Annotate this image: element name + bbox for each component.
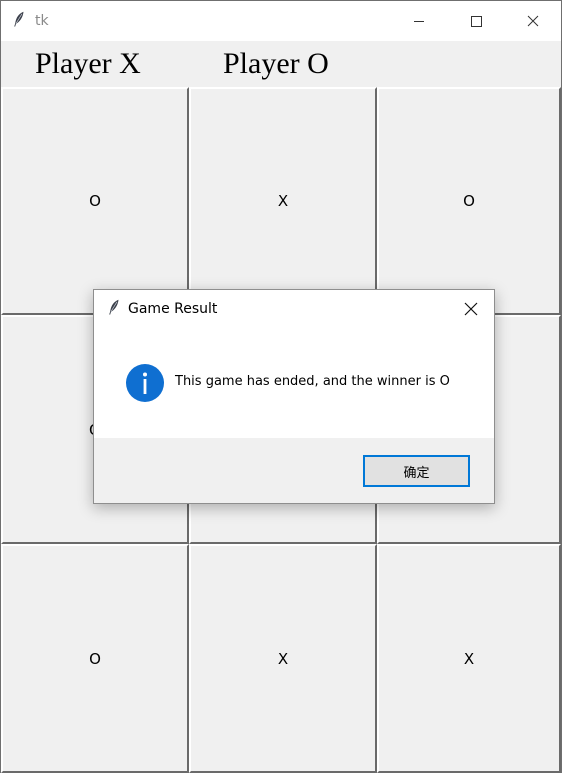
minimize-button[interactable] <box>396 1 442 41</box>
feather-icon <box>13 11 25 32</box>
game-result-dialog: Game Result This game has ended, and the… <box>93 289 495 504</box>
info-icon <box>126 364 164 402</box>
dialog-close-button[interactable] <box>456 294 486 324</box>
board-cell-9[interactable]: X <box>377 544 561 773</box>
player-x-label: Player X <box>35 47 141 80</box>
dialog-title: Game Result <box>128 301 218 317</box>
board-cell-1[interactable]: O <box>1 87 189 315</box>
minimize-icon <box>414 21 424 22</box>
dialog-title-bar[interactable]: Game Result <box>94 290 494 328</box>
close-button[interactable] <box>510 1 556 41</box>
dialog-message: This game has ended, and the winner is O <box>175 374 450 389</box>
board-cell-3[interactable]: O <box>377 87 561 315</box>
player-o-label: Player O <box>223 47 329 80</box>
window-title: tk <box>35 13 49 29</box>
title-bar[interactable]: tk <box>1 1 561 41</box>
board-cell-8[interactable]: X <box>189 544 377 773</box>
ok-button[interactable]: 确定 <box>363 455 470 487</box>
maximize-icon <box>471 16 482 27</box>
players-bar: Player X Player O <box>1 41 561 87</box>
maximize-button[interactable] <box>453 1 499 41</box>
dialog-footer: 确定 <box>94 438 494 503</box>
board-cell-2[interactable]: X <box>189 87 377 315</box>
close-icon <box>527 15 539 27</box>
board-cell-7[interactable]: O <box>1 544 189 773</box>
close-icon <box>464 302 478 316</box>
feather-icon <box>108 299 120 320</box>
dialog-body: This game has ended, and the winner is O <box>94 328 494 438</box>
